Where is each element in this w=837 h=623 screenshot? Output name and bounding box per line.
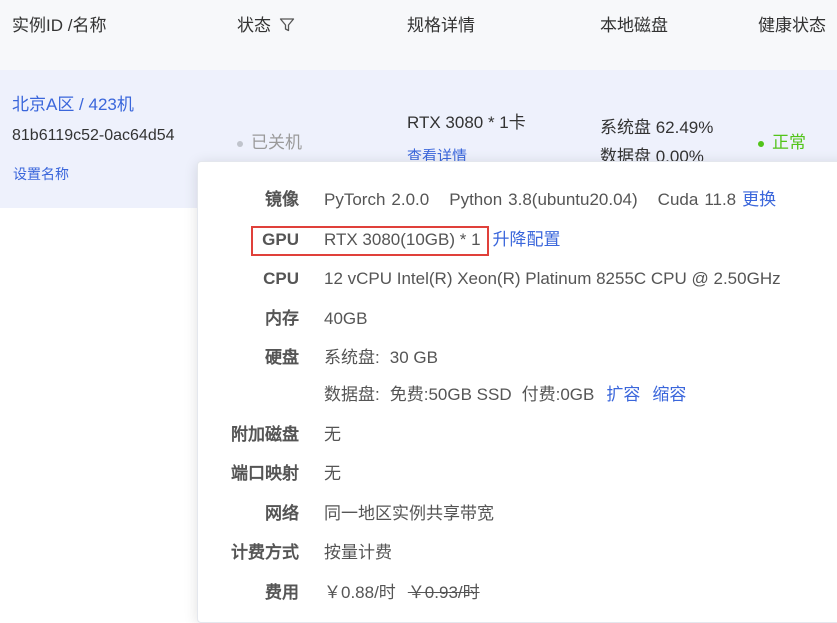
detail-fee-value: ￥0.88/时 ￥0.93/时: [324, 579, 480, 607]
col-header-health: 健康状态: [758, 16, 826, 35]
image-python: Python: [449, 190, 503, 209]
health-dot-icon: [758, 140, 764, 147]
detail-billing-value: 按量计费: [324, 543, 392, 562]
detail-image-label: 镜像: [265, 190, 299, 209]
status-badge: 已关机: [237, 128, 302, 153]
fee-original-price: ￥0.93/时: [407, 583, 480, 602]
data-disk-paid: 付费:0GB: [521, 385, 595, 404]
sys-disk-label: 系统盘:: [324, 348, 380, 367]
instance-id: 81b6119c52-0ac64d54: [12, 127, 175, 144]
status-text: 已关机: [251, 133, 302, 152]
upgrade-config-link[interactable]: 升降配置: [493, 230, 561, 249]
detail-extra-disk-row: 附加磁盘 无: [198, 421, 837, 449]
col-header-status: 状态: [237, 14, 295, 38]
detail-image-value: PyTorch 2.0.0 Python 3.8(ubuntu20.04) Cuda 11…: [324, 186, 776, 214]
data-disk-label: 数据盘:: [324, 385, 380, 404]
detail-cpu-row: CPU 12 vCPU Intel(R) Xeon(R) Platinum 82…: [198, 265, 837, 293]
detail-cpu-value: 12 vCPU Intel(R) Xeon(R) Platinum 8255C …: [324, 269, 781, 288]
health-text: 正常: [772, 133, 806, 152]
instance-name-link[interactable]: 北京A区 / 423机: [12, 90, 134, 115]
image-cuda-version: 11.8: [704, 190, 737, 209]
data-disk-free: 免费:50GB SSD: [389, 385, 512, 404]
detail-gpu-value: RTX 3080(10GB) * 1 升降配置: [324, 226, 561, 254]
table-header: 实例ID /名称 状态 规格详情 本地磁盘 健康状态: [0, 0, 837, 70]
detail-port-map-row: 端口映射 无: [198, 460, 837, 488]
detail-data-disk-value: 数据盘: 免费:50GB SSD 付费:0GB 扩容 缩容: [324, 381, 686, 409]
detail-port-map-value: 无: [324, 464, 341, 483]
detail-network-label: 网络: [265, 504, 299, 523]
detail-disk-label: 硬盘: [265, 348, 299, 367]
detail-disk-row: 硬盘 系统盘: 30 GB: [198, 344, 837, 372]
detail-fee-label: 费用: [265, 583, 299, 602]
detail-memory-value: 40GB: [324, 309, 368, 328]
col-header-disk: 本地磁盘: [600, 16, 668, 35]
detail-memory-row: 内存 40GB: [198, 305, 837, 333]
image-framework-version: 2.0.0: [391, 190, 430, 209]
sys-disk-size: 30 GB: [389, 348, 438, 367]
detail-network-row: 网络 同一地区实例共享带宽: [198, 500, 837, 528]
image-framework: PyTorch: [324, 190, 386, 209]
detail-gpu-label: GPU: [262, 230, 299, 249]
detail-extra-disk-value: 无: [324, 425, 341, 444]
change-image-link[interactable]: 更换: [742, 190, 776, 209]
col-header-spec: 规格详情: [407, 16, 475, 35]
detail-billing-row: 计费方式 按量计费: [198, 539, 837, 567]
shrink-disk-link[interactable]: 缩容: [652, 385, 686, 404]
detail-cpu-label: CPU: [263, 269, 299, 288]
fee-price: ￥0.88/时: [324, 583, 396, 602]
detail-extra-disk-label: 附加磁盘: [231, 425, 299, 444]
health-badge: 正常: [758, 128, 806, 153]
detail-fee-row: 费用 ￥0.88/时 ￥0.93/时: [198, 579, 837, 607]
gpu-value-text: RTX 3080(10GB) * 1: [324, 230, 481, 249]
status-dot-icon: [237, 140, 243, 147]
detail-data-disk-row: 数据盘: 免费:50GB SSD 付费:0GB 扩容 缩容: [198, 381, 837, 409]
spec-text: RTX 3080 * 1卡: [407, 113, 526, 132]
col-header-instance: 实例ID /名称: [12, 16, 107, 35]
set-name-link[interactable]: 设置名称: [13, 164, 69, 184]
detail-memory-label: 内存: [265, 309, 299, 328]
detail-billing-label: 计费方式: [231, 543, 299, 562]
expand-disk-link[interactable]: 扩容: [606, 385, 640, 404]
detail-image-row: 镜像 PyTorch 2.0.0 Python 3.8(ubuntu20.04) Cud…: [198, 186, 837, 214]
col-header-status-label: 状态: [237, 16, 271, 35]
image-cuda: Cuda: [657, 190, 699, 209]
filter-icon[interactable]: [279, 17, 295, 33]
detail-sys-disk-value: 系统盘: 30 GB: [324, 344, 438, 372]
detail-network-value: 同一地区实例共享带宽: [324, 504, 494, 523]
instance-detail-popover: 镜像 PyTorch 2.0.0 Python 3.8(ubuntu20.04) Cud…: [197, 161, 837, 623]
detail-gpu-row: GPU RTX 3080(10GB) * 1 升降配置: [198, 226, 837, 254]
sys-disk-usage: 系统盘 62.49%: [600, 118, 714, 137]
detail-port-map-label: 端口映射: [231, 464, 299, 483]
image-python-version: 3.8(ubuntu20.04): [508, 190, 638, 209]
